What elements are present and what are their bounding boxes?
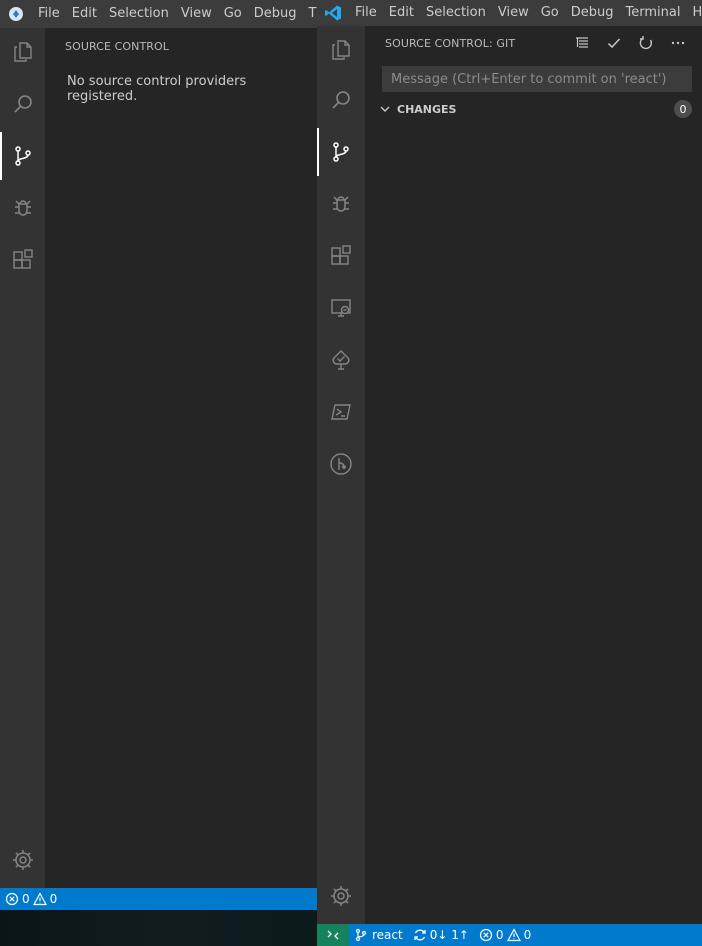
right-activity-bar xyxy=(317,26,365,924)
debug-activity[interactable] xyxy=(317,180,365,228)
right-status-bar: react 0↓ 1↑ 0 0 xyxy=(317,924,702,946)
debug-activity[interactable] xyxy=(0,184,45,232)
changes-section-header[interactable]: CHANGES 0 xyxy=(377,98,692,120)
extensions-icon xyxy=(331,245,351,265)
sidebar-title: SOURCE CONTROL xyxy=(65,40,170,53)
powershell-icon xyxy=(331,404,351,420)
menu-edit[interactable]: Edit xyxy=(383,0,420,26)
search-icon xyxy=(332,91,350,109)
menu-view[interactable]: View xyxy=(492,0,535,26)
remote-icon xyxy=(327,930,339,940)
warning-icon xyxy=(32,892,47,906)
right-menubar: File Edit Selection View Go Debug Termin… xyxy=(317,0,702,26)
view-as-tree-button[interactable] xyxy=(566,32,598,54)
git-branch-icon xyxy=(355,928,367,942)
menu-selection[interactable]: Selection xyxy=(420,0,492,26)
sidebar-title-actions xyxy=(566,32,694,54)
vscode-oss-logo-icon xyxy=(0,0,32,28)
left-activity-bar xyxy=(0,28,45,888)
warning-count: 0 xyxy=(49,892,58,906)
extensions-icon xyxy=(12,249,33,269)
more-actions-button[interactable] xyxy=(662,32,694,54)
powershell-activity[interactable] xyxy=(317,388,365,436)
git-graph-activity[interactable] xyxy=(317,440,365,488)
left-status-bar: 0 0 xyxy=(0,888,317,910)
search-activity[interactable] xyxy=(0,80,45,128)
search-icon xyxy=(13,95,32,113)
source-control-icon xyxy=(14,146,31,166)
menu-debug[interactable]: Debug xyxy=(248,0,303,28)
sync-icon xyxy=(414,929,426,941)
right-sidebar: SOURCE CONTROL: GIT CHANGES 0 xyxy=(365,26,702,924)
left-vscode-window: File Edit Selection View Go Debug T SOUR… xyxy=(0,0,317,946)
explorer-activity[interactable] xyxy=(317,26,365,74)
gear-icon xyxy=(331,886,351,906)
extensions-activity[interactable] xyxy=(317,232,365,280)
remote-explorer-icon xyxy=(331,299,351,317)
left-menubar: File Edit Selection View Go Debug T xyxy=(0,0,317,28)
gear-icon xyxy=(12,850,33,870)
remote-explorer-activity[interactable] xyxy=(317,284,365,332)
source-control-icon xyxy=(333,142,349,162)
right-vscode-window: File Edit Selection View Go Debug Termin… xyxy=(317,0,702,946)
sync-status[interactable]: 0↓ 1↑ xyxy=(408,924,474,946)
menu-file[interactable]: File xyxy=(32,0,66,28)
bug-icon xyxy=(333,196,349,212)
source-control-activity[interactable] xyxy=(0,132,45,180)
sync-counts: 0↓ 1↑ xyxy=(429,928,469,942)
left-sidebar: SOURCE CONTROL No source control provide… xyxy=(45,28,317,888)
manage-activity[interactable] xyxy=(0,836,45,884)
branch-status[interactable]: react xyxy=(349,924,408,946)
commit-message-input[interactable] xyxy=(382,66,692,92)
search-activity[interactable] xyxy=(317,76,365,124)
warning-count: 0 xyxy=(523,928,532,942)
bug-icon xyxy=(14,200,31,216)
menu-edit[interactable]: Edit xyxy=(66,0,103,28)
error-icon xyxy=(5,892,19,906)
menu-view[interactable]: View xyxy=(175,0,218,28)
error-count: 0 xyxy=(22,892,30,906)
menu-debug[interactable]: Debug xyxy=(565,0,620,26)
manage-activity[interactable] xyxy=(317,872,365,920)
changes-label: CHANGES xyxy=(397,102,457,116)
test-activity[interactable] xyxy=(317,336,365,384)
menu-terminal-truncated[interactable]: T xyxy=(303,0,317,28)
branch-name: react xyxy=(372,928,403,942)
menu-file[interactable]: File xyxy=(349,0,383,26)
files-icon xyxy=(13,42,32,62)
source-control-activity[interactable] xyxy=(317,128,365,176)
error-count: 0 xyxy=(495,928,504,942)
check-icon xyxy=(607,38,621,49)
explorer-activity[interactable] xyxy=(0,28,45,76)
desktop-background xyxy=(0,910,317,946)
menu-go[interactable]: Go xyxy=(218,0,248,28)
git-graph-icon xyxy=(330,453,352,475)
refresh-icon xyxy=(639,36,653,50)
files-icon xyxy=(332,40,350,60)
no-providers-message: No source control providers registered. xyxy=(67,74,247,104)
vscode-logo-icon xyxy=(317,0,349,26)
changes-count-badge: 0 xyxy=(674,100,692,118)
warning-icon xyxy=(506,928,521,942)
problems-status[interactable]: 0 0 xyxy=(0,888,62,910)
menu-terminal[interactable]: Terminal xyxy=(620,0,687,26)
commit-button[interactable] xyxy=(598,32,630,54)
chevron-down-icon xyxy=(380,106,390,112)
menu-selection[interactable]: Selection xyxy=(103,0,175,28)
flask-check-icon xyxy=(332,350,350,370)
error-icon xyxy=(479,928,493,942)
problems-status[interactable]: 0 0 xyxy=(474,924,536,946)
menu-go[interactable]: Go xyxy=(535,0,565,26)
refresh-button[interactable] xyxy=(630,32,662,54)
extensions-activity[interactable] xyxy=(0,236,45,284)
list-tree-icon xyxy=(576,37,588,48)
remote-indicator-button[interactable] xyxy=(317,924,349,946)
menu-help-truncated[interactable]: H xyxy=(686,0,702,26)
sidebar-title: SOURCE CONTROL: GIT xyxy=(385,37,516,50)
ellipsis-icon xyxy=(671,41,685,45)
